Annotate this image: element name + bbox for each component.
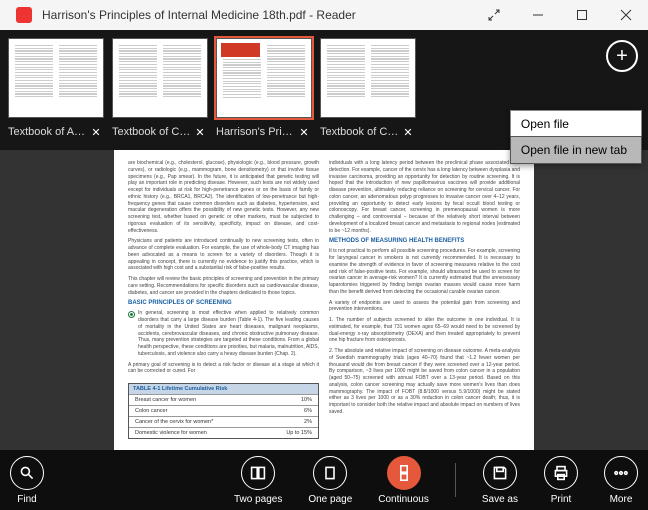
save-as-button[interactable]: Save as — [482, 456, 518, 505]
table-row: Domestic violence for womenUp to 15% — [129, 427, 318, 438]
close-button[interactable] — [604, 0, 648, 30]
paragraph: 2. The absolute and relative impact of s… — [329, 348, 520, 416]
paragraph: A primary goal of screening is to detect… — [128, 362, 319, 376]
save-icon — [483, 456, 517, 490]
minimize-button[interactable] — [516, 0, 560, 30]
bottom-toolbar: Find Two pages One page Continuous Save … — [0, 450, 648, 510]
paragraph: In general, screening is most effective … — [138, 310, 319, 357]
one-page-button[interactable]: One page — [308, 456, 352, 505]
tab-thumbnail[interactable] — [112, 38, 208, 118]
two-pages-icon — [241, 456, 275, 490]
window-controls — [472, 0, 648, 30]
tab-0[interactable]: Textbook of Ana… ✕ — [6, 38, 106, 140]
continuous-icon — [387, 456, 421, 490]
find-button[interactable]: Find — [10, 456, 44, 505]
print-button[interactable]: Print — [544, 456, 578, 505]
bullet-icon — [128, 311, 135, 318]
tab-thumbnail[interactable] — [320, 38, 416, 118]
open-menu: Open file Open file in new tab — [510, 110, 642, 164]
tab-1[interactable]: Textbook of Crit… ✕ — [110, 38, 210, 140]
tab-close-icon[interactable]: ✕ — [88, 124, 104, 140]
menu-open-file[interactable]: Open file — [511, 111, 641, 137]
section-heading: BASIC PRINCIPLES OF SCREENING — [128, 300, 319, 306]
tab-label: Textbook of Crit… — [320, 126, 400, 138]
menu-open-file-new-tab[interactable]: Open file in new tab — [510, 136, 642, 164]
add-tab-button[interactable]: + — [606, 40, 638, 72]
page-content: are biochemical (e.g., cholesterol, gluc… — [114, 150, 534, 450]
expand-icon[interactable] — [472, 0, 516, 30]
tab-label: Textbook of Ana… — [8, 126, 88, 138]
tab-thumbnail[interactable] — [8, 38, 104, 118]
tab-label: Harrison's Princi… — [216, 126, 296, 138]
tab-close-icon[interactable]: ✕ — [296, 124, 312, 140]
table-row: Breast cancer for women10% — [129, 394, 318, 405]
window-title: Harrison's Principles of Internal Medici… — [42, 8, 356, 22]
table-title: TABLE 4-1 Lifetime Cumulative Risk — [129, 384, 318, 394]
table-4-1: TABLE 4-1 Lifetime Cumulative Risk Breas… — [128, 383, 319, 439]
tab-close-icon[interactable]: ✕ — [192, 124, 208, 140]
paragraph: individuals with a long latency period b… — [329, 160, 520, 234]
search-icon — [10, 456, 44, 490]
table-row: Cancer of the cervix for women*2% — [129, 416, 318, 427]
tab-label: Textbook of Crit… — [112, 126, 192, 138]
paragraph: A variety of endpoints are used to asses… — [329, 300, 520, 314]
table-row: Colon cancer6% — [129, 405, 318, 416]
two-pages-button[interactable]: Two pages — [234, 456, 282, 505]
one-page-icon — [313, 456, 347, 490]
continuous-button[interactable]: Continuous — [378, 456, 429, 505]
paragraph: 1. The number of subjects screened to al… — [329, 317, 520, 344]
paragraph: It is not practical to perform all possi… — [329, 248, 520, 295]
app-icon — [16, 7, 32, 23]
paragraph: Physicians and patients are introduced c… — [128, 238, 319, 272]
section-heading: METHODS OF MEASURING HEALTH BENEFITS — [329, 238, 520, 244]
document-viewer[interactable]: are biochemical (e.g., cholesterol, gluc… — [0, 150, 648, 450]
title-bar: Harrison's Principles of Internal Medici… — [0, 0, 648, 30]
tab-close-icon[interactable]: ✕ — [400, 124, 416, 140]
tab-strip: Textbook of Ana… ✕ Textbook of Crit… ✕ H… — [0, 30, 648, 150]
tab-3[interactable]: Textbook of Crit… ✕ — [318, 38, 418, 140]
tab-thumbnail[interactable] — [216, 38, 312, 118]
toolbar-divider — [455, 463, 456, 497]
more-icon — [604, 456, 638, 490]
paragraph: This chapter will review the basic princ… — [128, 276, 319, 296]
tab-2[interactable]: Harrison's Princi… ✕ — [214, 38, 314, 140]
maximize-button[interactable] — [560, 0, 604, 30]
print-icon — [544, 456, 578, 490]
paragraph: are biochemical (e.g., cholesterol, gluc… — [128, 160, 319, 234]
more-button[interactable]: More — [604, 456, 638, 505]
